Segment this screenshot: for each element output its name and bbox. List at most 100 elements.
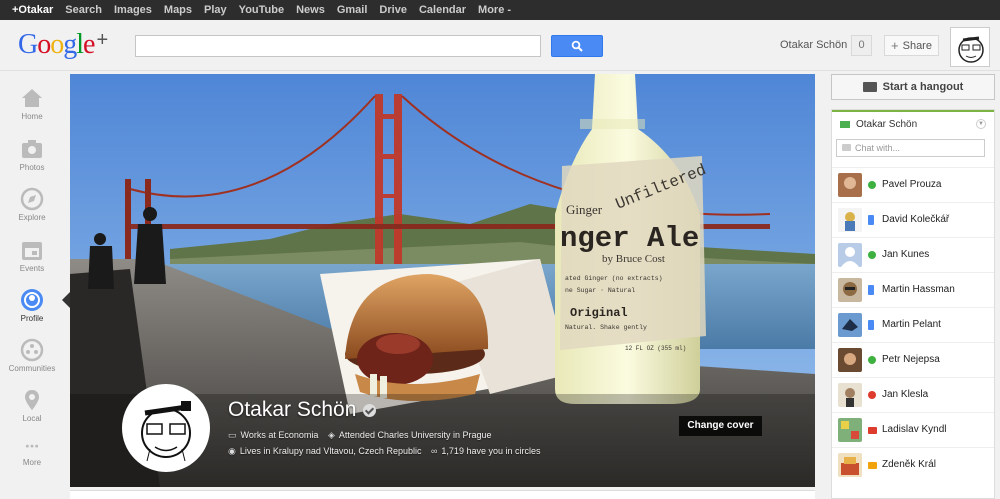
contact-name: David Kolečkář <box>882 214 950 225</box>
chat-bubble-icon <box>842 144 851 151</box>
left-navigation: Home Photos Explore Events Profile Commu… <box>0 72 64 499</box>
online-status-icon <box>868 356 876 364</box>
chat-contact[interactable]: Martin Pelant <box>832 307 994 342</box>
notification-count[interactable]: 0 <box>851 35 872 56</box>
user-name-link[interactable]: Otakar Schön <box>780 39 847 51</box>
compass-icon <box>20 187 44 211</box>
topbar-link-search[interactable]: Search <box>59 0 108 20</box>
chat-contact[interactable]: Ladislav Kyndl <box>832 412 994 447</box>
profile-work: ▭ Works at Economia <box>228 430 319 440</box>
google-bar: +Otakar Search Images Maps Play YouTube … <box>0 0 1000 20</box>
status-dropdown-icon[interactable]: ▼ <box>976 119 986 129</box>
nav-item-events[interactable]: Events <box>0 238 64 273</box>
search-button[interactable] <box>551 35 603 57</box>
topbar-link-drive[interactable]: Drive <box>373 0 413 20</box>
share-button[interactable]: + Share <box>884 35 939 56</box>
link-icon: ∞ <box>431 446 438 456</box>
profile-circles-count[interactable]: ∞ 1,719 have you in circles <box>431 446 540 456</box>
bottle-brand-text: nger Ale <box>560 222 699 255</box>
chat-contact[interactable]: Pavel Prouza <box>832 167 994 202</box>
bottle-original-text: Original <box>570 306 628 320</box>
contact-name: Jan Klesla <box>882 389 929 400</box>
contact-avatar <box>838 208 862 232</box>
bottle-cane-text: ne Sugar · Natural <box>565 287 635 294</box>
profile-name: Otakar Schön <box>228 398 377 422</box>
chat-contact[interactable]: Jan Kunes <box>832 237 994 272</box>
nav-item-local[interactable]: Local <box>0 388 64 423</box>
bottle-natural-text: Natural. Shake gently <box>565 324 647 331</box>
bottle-volume-text: 12 FL OZ (355 ml) <box>625 345 686 352</box>
chat-search-input[interactable]: Chat with... <box>836 139 985 157</box>
topbar-link-calendar[interactable]: Calendar <box>413 0 472 20</box>
share-label: Share <box>902 39 932 52</box>
nav-item-communities[interactable]: Communities <box>0 338 64 373</box>
video-busy-status-icon <box>868 427 877 434</box>
video-status-icon <box>840 120 850 128</box>
topbar-link-images[interactable]: Images <box>108 0 158 20</box>
chat-self-name: Otakar Schön <box>856 118 918 130</box>
topbar-link-news[interactable]: News <box>290 0 331 20</box>
nav-item-home[interactable]: Home <box>0 86 64 121</box>
profile-icon <box>21 289 43 311</box>
start-hangout-label: Start a hangout <box>882 81 964 93</box>
contact-avatar <box>838 173 862 197</box>
contact-name: Jan Kunes <box>882 249 930 260</box>
nav-item-profile[interactable]: Profile <box>0 288 64 323</box>
topbar-link-youtube[interactable]: YouTube <box>233 0 290 20</box>
profile-location: ◉ Lives in Kralupy nad Vltavou, Czech Rep… <box>228 446 422 456</box>
contact-name: Pavel Prouza <box>882 179 942 190</box>
change-cover-button[interactable]: Change cover <box>679 416 762 436</box>
topbar-link-play[interactable]: Play <box>198 0 233 20</box>
topbar-link-maps[interactable]: Maps <box>158 0 198 20</box>
mobile-status-icon <box>868 285 874 295</box>
search-icon <box>571 40 583 52</box>
content-area-top <box>70 490 815 499</box>
camera-icon <box>22 140 42 158</box>
bottle-ginger-text: Ginger <box>566 202 603 217</box>
chat-contact[interactable]: Jan Klesla <box>832 377 994 412</box>
contact-avatar <box>838 348 862 372</box>
contact-name: Petr Nejepsa <box>882 354 940 365</box>
search-input[interactable] <box>135 35 541 57</box>
contact-name: Martin Hassman <box>882 284 955 295</box>
plus-icon: + <box>891 38 899 53</box>
location-pin-icon: ◉ <box>228 446 236 456</box>
bottle-extracts-text: ated Ginger (no extracts) <box>565 275 663 282</box>
nav-item-more[interactable]: More <box>0 442 64 467</box>
chat-contact[interactable]: Petr Nejepsa <box>832 342 994 377</box>
calendar-icon <box>22 242 42 260</box>
online-status-icon <box>868 251 876 259</box>
graduation-cap-icon: ◈ <box>328 430 335 440</box>
nav-item-photos[interactable]: Photos <box>0 137 64 172</box>
nav-item-explore[interactable]: Explore <box>0 187 64 222</box>
contact-avatar <box>838 243 862 267</box>
contact-avatar <box>838 453 862 477</box>
home-icon <box>22 89 42 107</box>
contact-avatar <box>838 278 862 302</box>
verified-icon <box>363 403 377 417</box>
start-hangout-button[interactable]: Start a hangout <box>831 74 995 100</box>
video-away-status-icon <box>868 462 877 469</box>
chat-contact[interactable]: David Kolečkář <box>832 202 994 237</box>
contact-name: Ladislav Kyndl <box>882 424 947 435</box>
profile-avatar[interactable] <box>122 384 210 472</box>
mobile-status-icon <box>868 215 874 225</box>
topbar-link-more[interactable]: More - <box>472 0 517 20</box>
header: Google + Otakar Schön 0 + Share <box>0 20 1000 71</box>
bottle-maker-text: by Bruce Cost <box>602 253 665 265</box>
chat-self-status[interactable]: Otakar Schön ▼ <box>832 110 994 136</box>
active-nav-pointer <box>62 292 70 308</box>
communities-icon <box>20 338 44 362</box>
contact-avatar <box>838 418 862 442</box>
contact-avatar <box>838 313 862 337</box>
account-avatar[interactable] <box>950 27 990 67</box>
hangout-camera-icon <box>862 82 877 92</box>
online-status-icon <box>868 181 876 189</box>
chat-contact[interactable]: Martin Hassman <box>832 272 994 307</box>
mobile-status-icon <box>868 320 874 330</box>
contact-name: Martin Pelant <box>882 319 941 330</box>
topbar-link-gmail[interactable]: Gmail <box>331 0 374 20</box>
topbar-link-profile[interactable]: +Otakar <box>6 0 59 20</box>
chat-contact[interactable]: Zdeněk Král <box>832 447 994 482</box>
google-plus-logo[interactable]: Google + <box>18 29 108 61</box>
